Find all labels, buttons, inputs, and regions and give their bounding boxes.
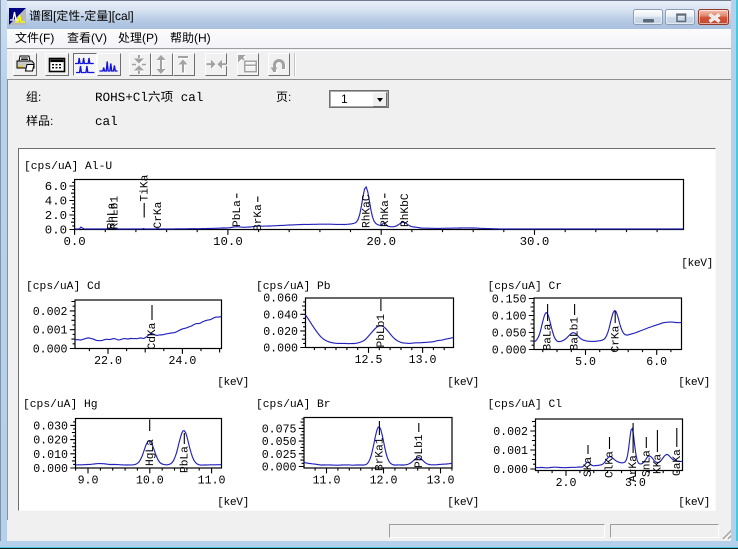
svg-text:0.002: 0.002	[493, 426, 528, 439]
svg-text:TiKa: TiKa	[139, 174, 151, 201]
svg-text:0.000: 0.000	[33, 463, 68, 476]
svg-text:2.0: 2.0	[45, 209, 67, 223]
svg-text:13.0: 13.0	[409, 354, 437, 367]
svg-text:0.040: 0.040	[263, 309, 298, 322]
svg-text:[keV]: [keV]	[678, 377, 710, 389]
svg-text:4.0: 4.0	[45, 195, 67, 209]
svg-text:PbLa: PbLa	[179, 446, 191, 473]
svg-text:0.075: 0.075	[262, 423, 297, 436]
svg-text:CrKa: CrKa	[610, 325, 622, 352]
svg-text:[keV]: [keV]	[217, 497, 249, 509]
svg-text:BaLb1: BaLb1	[570, 317, 582, 351]
svg-text:5.0: 5.0	[575, 356, 596, 369]
svg-text:0.000: 0.000	[262, 462, 297, 475]
svg-text:10.0: 10.0	[136, 475, 164, 488]
svg-text:[cps/uA] Cr: [cps/uA] Cr	[488, 281, 563, 293]
svg-text:12.5: 12.5	[355, 354, 383, 367]
svg-text:20.0: 20.0	[366, 235, 396, 249]
svg-text:0.0: 0.0	[63, 235, 85, 249]
svg-text:[keV]: [keV]	[447, 377, 479, 389]
svg-text:24.0: 24.0	[168, 355, 196, 368]
svg-text:ClKa: ClKa	[605, 451, 617, 478]
svg-text:0.000: 0.000	[263, 343, 298, 356]
svg-text:ArKa: ArKa	[628, 455, 640, 482]
svg-text:[cps/uA] Br: [cps/uA] Br	[256, 399, 331, 411]
svg-text:12.0: 12.0	[370, 475, 398, 488]
svg-text:RhKa: RhKa	[380, 200, 392, 227]
svg-text:0.000: 0.000	[492, 345, 527, 358]
svg-text:0.025: 0.025	[262, 449, 297, 462]
svg-text:PbLb1: PbLb1	[376, 314, 388, 348]
svg-text:0.002: 0.002	[33, 306, 68, 319]
svg-text:0.001: 0.001	[493, 445, 528, 458]
svg-text:CrKa: CrKa	[153, 201, 165, 228]
svg-text:0.050: 0.050	[492, 328, 527, 341]
svg-text:0.010: 0.010	[33, 449, 68, 462]
svg-text:0.050: 0.050	[262, 436, 297, 449]
svg-text:22.0: 22.0	[94, 355, 122, 368]
svg-text:9.0: 9.0	[78, 475, 99, 488]
svg-text:PbLa: PbLa	[232, 200, 244, 227]
svg-text:RhKaC: RhKaC	[362, 194, 374, 228]
svg-text:RhKbC: RhKbC	[400, 193, 412, 227]
svg-text:0.150: 0.150	[492, 294, 527, 307]
svg-text:0.000: 0.000	[493, 464, 528, 477]
svg-text:RhLb1: RhLb1	[109, 196, 121, 230]
svg-text:[cps/uA] Pb: [cps/uA] Pb	[256, 281, 331, 293]
svg-text:BrKa1: BrKa1	[375, 437, 387, 471]
svg-text:PbLb1: PbLb1	[414, 434, 426, 468]
svg-text:BrKa: BrKa	[253, 204, 265, 231]
svg-text:11.0: 11.0	[313, 475, 341, 488]
svg-text:[keV]: [keV]	[447, 497, 479, 509]
svg-text:0.030: 0.030	[33, 420, 68, 433]
svg-text:CaKa: CaKa	[672, 449, 684, 476]
svg-text:[cps/uA] Hg: [cps/uA] Hg	[23, 399, 98, 411]
svg-text:[cps/uA] Al-U: [cps/uA] Al-U	[24, 161, 112, 173]
svg-text:SKa: SKa	[583, 457, 595, 477]
svg-text:2.0: 2.0	[556, 477, 577, 490]
svg-text:0.060: 0.060	[263, 293, 298, 306]
svg-text:[cps/uA] Cl: [cps/uA] Cl	[488, 399, 563, 411]
svg-text:HgLa: HgLa	[145, 439, 157, 466]
svg-text:CdKa: CdKa	[147, 322, 159, 349]
svg-text:10.0: 10.0	[213, 235, 243, 249]
svg-text:0.000: 0.000	[33, 344, 68, 357]
svg-text:0.001: 0.001	[33, 325, 68, 338]
svg-text:[keV]: [keV]	[681, 258, 713, 270]
svg-text:BaLa: BaLa	[543, 323, 555, 350]
svg-text:6.0: 6.0	[45, 180, 67, 194]
svg-text:6.0: 6.0	[646, 356, 667, 369]
svg-text:0.020: 0.020	[263, 326, 298, 339]
svg-text:[keV]: [keV]	[217, 377, 249, 389]
svg-text:0.100: 0.100	[492, 311, 527, 324]
svg-text:KKa: KKa	[653, 454, 665, 474]
svg-text:13.0: 13.0	[427, 475, 455, 488]
svg-text:11.0: 11.0	[198, 475, 226, 488]
svg-text:[cps/uA] Cd: [cps/uA] Cd	[26, 281, 101, 293]
svg-text:[keV]: [keV]	[678, 497, 710, 509]
svg-text:0.020: 0.020	[33, 435, 68, 448]
svg-text:30.0: 30.0	[520, 235, 550, 249]
